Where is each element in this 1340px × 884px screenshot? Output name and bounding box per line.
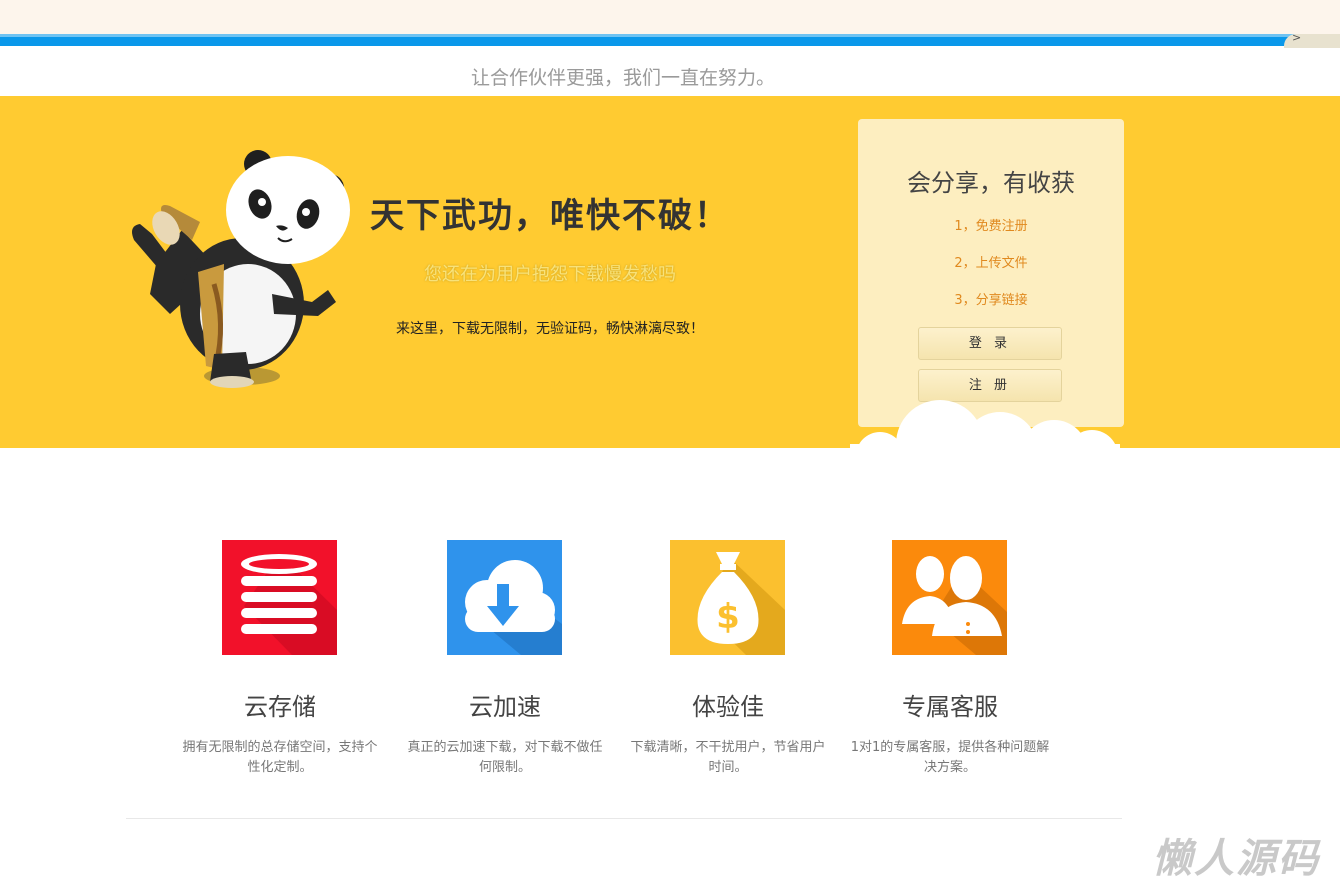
feature-title: 体验佳 — [692, 693, 764, 721]
signup-card: 会分享，有收获 1，免费注册 2，上传文件 3，分享链接 登 录 注 册 — [858, 119, 1124, 427]
database-icon — [222, 540, 337, 655]
corner-badge[interactable]: > — [1284, 31, 1340, 48]
login-button[interactable]: 登 录 — [918, 327, 1062, 360]
hero-description: 来这里，下载无限制，无验证码，畅快淋漓尽致！ — [396, 321, 704, 337]
browser-top-bar — [0, 0, 1340, 34]
svg-text:$: $ — [716, 597, 740, 637]
feature-title: 专属客服 — [902, 693, 998, 721]
card-step-upload: 2，上传文件 — [954, 256, 1028, 271]
card-step-register: 1，免费注册 — [954, 219, 1028, 234]
hero-title: 天下武功，唯快不破！ — [370, 196, 730, 236]
feature-description: 1对1的专属客服，提供各种问题解 决方案。 — [850, 740, 1050, 775]
users-icon — [892, 540, 1007, 655]
card-title: 会分享，有收获 — [907, 169, 1075, 197]
feature-description: 拥有无限制的总存储空间，支持个 性化定制。 — [182, 740, 378, 775]
corner-glyph: > — [1292, 31, 1302, 44]
money-bag-icon: $ — [670, 540, 785, 655]
panda-mascot-icon — [132, 150, 350, 388]
cloud-download-icon — [447, 540, 562, 655]
hero-banner: 天下武功，唯快不破！ 您还在为用户抱怨下载慢发愁吗 来这里，下载无限制，无验证码… — [0, 96, 1340, 448]
feature-title: 云存储 — [244, 693, 316, 721]
section-divider — [126, 818, 1122, 819]
watermark: 懒人源码 — [1152, 836, 1320, 882]
card-step-share: 3，分享链接 — [954, 293, 1028, 308]
feature-title: 云加速 — [469, 693, 541, 721]
cloud-decoration-icon — [850, 400, 1120, 448]
feature-description: 下载清晰，不干扰用户，节省用户 时间。 — [630, 740, 826, 775]
slogan: 让合作伙伴更强，我们一直在努力。 — [470, 67, 775, 89]
hero-subtitle: 您还在为用户抱怨下载慢发愁吗 — [424, 264, 676, 285]
browser-blue-bar — [0, 34, 1340, 46]
feature-description: 真正的云加速下载，对下载不做任 何限制。 — [407, 740, 603, 775]
